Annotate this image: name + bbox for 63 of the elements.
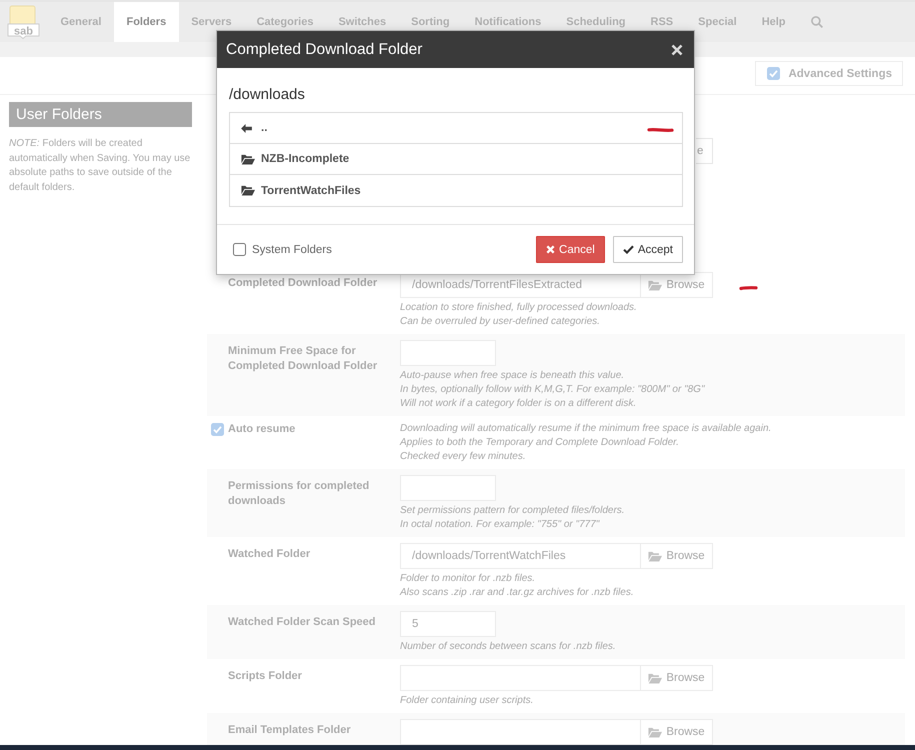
logo[interactable]: sab [7, 5, 40, 39]
browse-button[interactable]: Browse [641, 543, 713, 569]
help-text: Folder to monitor for .nzb files. [400, 572, 536, 586]
setting-label: Email Templates Folder [228, 723, 352, 738]
folder-open-icon [241, 154, 255, 164]
times-icon [546, 245, 556, 254]
setting-label: Scripts Folder [228, 669, 303, 684]
note-text: NOTE: Folders will be created automatically when Saving. You may use absolute paths to save outside of the default folders. [9, 137, 192, 194]
folder-open-icon [648, 280, 662, 290]
help-text: In bytes, optionally follow with K,M,G,T. For example: "800M" or "8G" [400, 383, 706, 397]
help-text: Will not work if a category folder is on a different disk. [400, 397, 638, 411]
help-text: Can be overruled by user-defined categories. [400, 315, 601, 329]
path-field[interactable]: /downloads/TorrentWatchFiles [400, 543, 641, 569]
setting-toggle[interactable]: Auto resume [211, 422, 296, 437]
close-icon[interactable] [671, 44, 683, 56]
arrow-left-icon [241, 124, 252, 132]
folder-item[interactable]: NZB-Incomplete [230, 144, 682, 175]
number-field[interactable]: 5 [400, 611, 496, 637]
help-text: Downloading will automatically resume if the minimum free space is available again. [400, 422, 772, 436]
browse-button[interactable]: e [696, 138, 713, 164]
annotation-stroke [739, 285, 758, 291]
browse-button[interactable]: Browse [641, 665, 713, 691]
dialog-title: Completed Download Folder [226, 40, 422, 58]
help-text: Folder containing user scripts. [400, 694, 534, 708]
setting-label: Watched Folder [228, 547, 312, 562]
system-folders-toggle[interactable]: System Folders [233, 243, 332, 256]
setting-label: Watched Folder Scan Speed [228, 615, 377, 630]
help-text: Applies to both the Temporary and Complete Download Folder. [400, 436, 680, 450]
folder-item[interactable]: TorrentWatchFiles [230, 175, 682, 206]
parent-folder-item[interactable]: .. [230, 113, 682, 144]
help-text: Also scans .zip .rar and .tar.gz archives for .nzb files. [400, 586, 635, 600]
nav-tab[interactable]: Folders [114, 2, 179, 42]
setting-label: Completed Download Folder [228, 276, 378, 291]
browse-button[interactable]: Browse [641, 272, 713, 298]
setting-label: Permissions for completed downloads [228, 479, 370, 509]
help-text: Auto-pause when free space is beneath this value. [400, 369, 626, 383]
folder-open-icon [648, 726, 662, 738]
cancel-button[interactable]: Cancel [536, 236, 605, 263]
advanced-settings-toggle[interactable]: Advanced Settings [755, 61, 903, 86]
annotation-stroke [647, 127, 674, 133]
checkbox[interactable] [233, 243, 246, 256]
folder-open-icon [648, 672, 662, 684]
checkbox[interactable] [211, 423, 224, 436]
nav-tab[interactable]: Servers [178, 2, 244, 42]
current-path: /downloads [229, 86, 306, 104]
nav-tab[interactable]: Special [686, 2, 750, 42]
help-text: In octal notation. For example: "755" or "777" [400, 518, 601, 532]
path-field[interactable] [400, 719, 641, 745]
folder-open-icon [241, 185, 255, 196]
accept-button[interactable]: Accept [612, 236, 683, 263]
folder-open-icon [648, 550, 662, 562]
nav-tab[interactable]: Help [749, 2, 798, 42]
nav-tab[interactable]: General [48, 2, 114, 42]
setting-label: Minimum Free Space for Completed Download Folder [228, 344, 378, 374]
help-text: Number of seconds between scans for .nzb files. [400, 640, 617, 654]
help-text: Checked every few minutes. [400, 450, 527, 464]
checkbox[interactable] [767, 67, 780, 80]
help-text: Set permissions pattern for completed files/folders. [400, 504, 626, 518]
search-icon[interactable] [811, 16, 824, 28]
browse-button[interactable]: Browse [641, 719, 713, 745]
section-title: User Folders [9, 102, 192, 127]
check-icon [622, 245, 634, 254]
help-text: Location to store finished, fully processed downloads. [400, 301, 638, 315]
